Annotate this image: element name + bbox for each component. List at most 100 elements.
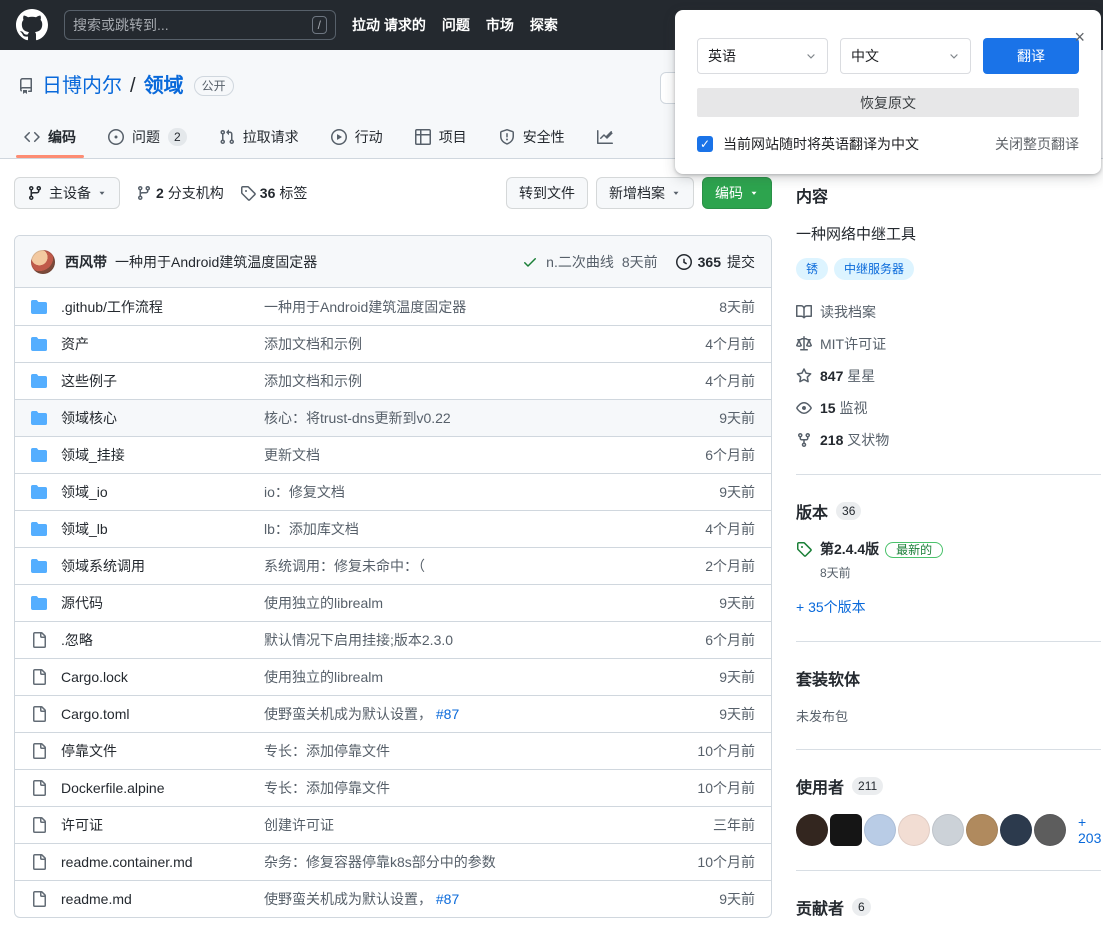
commit-message-link[interactable]: 一种用于Android建筑温度固定器	[115, 252, 317, 272]
avatar[interactable]	[1000, 814, 1032, 846]
translate-button[interactable]: 翻译	[983, 38, 1079, 74]
table-row[interactable]: 停靠文件 专长：添加停靠文件 10个月前	[15, 732, 771, 769]
latest-release[interactable]: 第2.4.4版 最新的	[796, 539, 1101, 560]
header-nav-item[interactable]: 市场	[486, 15, 514, 35]
file-commit-message[interactable]: 一种用于Android建筑温度固定器	[264, 297, 650, 317]
close-icon[interactable]: ×	[1074, 28, 1085, 46]
tags-link[interactable]: 36 标签	[240, 183, 307, 203]
table-row[interactable]: 这些例子 添加文档和示例 4个月前	[15, 362, 771, 399]
more-releases-link[interactable]: + 35个版本	[796, 597, 866, 617]
branches-link[interactable]: 2 分支机构	[136, 183, 224, 203]
file-commit-message[interactable]: 使用独立的librealm	[264, 667, 650, 687]
topic-pill[interactable]: 锈	[796, 258, 829, 280]
table-row[interactable]: Cargo.lock 使用独立的librealm 9天前	[15, 658, 771, 695]
file-commit-message[interactable]: 核心：将trust-dns更新到v0.22	[264, 408, 650, 428]
tab-security[interactable]: 安全性	[483, 118, 581, 158]
file-commit-message[interactable]: 杂务：修复容器停靠k8s部分中的参数	[264, 852, 650, 872]
go-to-file-button[interactable]: 转到文件	[506, 177, 588, 209]
about-meta-item[interactable]: MIT许可证	[796, 334, 1101, 354]
about-meta-item[interactable]: 847 星星	[796, 366, 1101, 386]
file-commit-message[interactable]: 更新文档	[264, 445, 650, 465]
table-row[interactable]: 领域系统调用 系统调用：修复未命中：（ 2个月前	[15, 547, 771, 584]
table-row[interactable]: 领域核心 核心：将trust-dns更新到v0.22 9天前	[15, 399, 771, 436]
avatar[interactable]	[932, 814, 964, 846]
commit-author-link[interactable]: 西风带	[65, 252, 107, 272]
restore-original-button[interactable]: 恢复原文	[697, 88, 1079, 117]
header-nav-item[interactable]: 探索	[530, 15, 558, 35]
tab-issue[interactable]: 问题 2	[92, 118, 203, 158]
file-commit-message[interactable]: 使野蛮关机成为默认设置， #87	[264, 704, 650, 724]
auto-translate-checkbox[interactable]: ✓	[697, 136, 713, 152]
file-commit-message[interactable]: 添加文档和示例	[264, 371, 650, 391]
file-name-link[interactable]: 许可证	[61, 815, 264, 835]
add-file-button[interactable]: 新增档案	[596, 177, 694, 209]
code-button[interactable]: 编码	[702, 177, 772, 209]
file-name-link[interactable]: 领域系统调用	[61, 556, 264, 576]
issue-reference-link[interactable]: #87	[436, 891, 459, 907]
source-language-select[interactable]: 英语	[697, 38, 828, 74]
branch-selector-button[interactable]: 主设备	[14, 177, 120, 209]
commit-author-avatar[interactable]	[31, 249, 55, 274]
file-name-link[interactable]: 领域_挂接	[61, 445, 264, 465]
file-commit-message[interactable]: 专长：添加停靠文件	[264, 778, 650, 798]
header-nav-item[interactable]: 拉动 请求的	[352, 15, 426, 35]
table-row[interactable]: readme.container.md 杂务：修复容器停靠k8s部分中的参数 1…	[15, 843, 771, 880]
file-name-link[interactable]: readme.container.md	[61, 854, 264, 870]
file-name-link[interactable]: 源代码	[61, 593, 264, 613]
table-row[interactable]: 许可证 创建许可证 三年前	[15, 806, 771, 843]
file-name-link[interactable]: 领域核心	[61, 408, 264, 428]
github-logo-icon[interactable]	[16, 9, 48, 41]
avatar[interactable]	[966, 814, 998, 846]
issue-reference-link[interactable]: #87	[436, 706, 459, 722]
table-row[interactable]: 源代码 使用独立的librealm 9天前	[15, 584, 771, 621]
file-name-link[interactable]: 领域_lb	[61, 519, 264, 539]
file-name-link[interactable]: 这些例子	[61, 371, 264, 391]
table-row[interactable]: readme.md 使野蛮关机成为默认设置， #87 9天前	[15, 880, 771, 917]
table-row[interactable]: Cargo.toml 使野蛮关机成为默认设置， #87 9天前	[15, 695, 771, 732]
table-row[interactable]: 领域_lb lb：添加库文档 4个月前	[15, 510, 771, 547]
avatar[interactable]	[830, 814, 862, 846]
file-commit-message[interactable]: lb：添加库文档	[264, 519, 650, 539]
file-name-link[interactable]: 资产	[61, 334, 264, 354]
avatar[interactable]	[898, 814, 930, 846]
table-row[interactable]: 资产 添加文档和示例 4个月前	[15, 325, 771, 362]
table-row[interactable]: .忽略 默认情况下启用挂接;版本2.3.0 6个月前	[15, 621, 771, 658]
file-name-link[interactable]: 领域_io	[61, 482, 264, 502]
file-commit-message[interactable]: io：修复文档	[264, 482, 650, 502]
topic-pill[interactable]: 中继服务器	[834, 258, 915, 280]
tab-pr[interactable]: 拉取请求	[203, 118, 315, 158]
check-icon[interactable]	[522, 254, 538, 270]
tab-projects[interactable]: 项目	[399, 118, 483, 158]
used-by-title[interactable]: 使用者	[796, 774, 844, 798]
header-nav-item[interactable]: 问题	[442, 15, 470, 35]
file-name-link[interactable]: Cargo.toml	[61, 706, 264, 722]
contributors-title[interactable]: 贡献者	[796, 895, 844, 919]
repo-name-link[interactable]: 领域	[144, 72, 184, 100]
commit-history-link[interactable]: 365 提交	[675, 252, 755, 272]
repo-owner-link[interactable]: 日博内尔	[42, 72, 122, 100]
about-meta-item[interactable]: 读我档案	[796, 302, 1101, 322]
file-commit-message[interactable]: 使野蛮关机成为默认设置， #87	[264, 889, 650, 909]
file-commit-message[interactable]: 添加文档和示例	[264, 334, 650, 354]
about-meta-item[interactable]: 15 监视	[796, 398, 1101, 418]
table-row[interactable]: Dockerfile.alpine 专长：添加停靠文件 10个月前	[15, 769, 771, 806]
file-commit-message[interactable]: 默认情况下启用挂接;版本2.3.0	[264, 630, 650, 650]
avatar[interactable]	[1034, 814, 1066, 846]
tab-insights[interactable]	[581, 118, 629, 158]
file-name-link[interactable]: Dockerfile.alpine	[61, 780, 264, 796]
tab-actions[interactable]: 行动	[315, 118, 399, 158]
close-page-translate-link[interactable]: 关闭整页翻译	[995, 134, 1079, 154]
target-language-select[interactable]: 中文	[840, 38, 971, 74]
file-commit-message[interactable]: 系统调用：修复未命中：（	[264, 556, 650, 576]
release-name[interactable]: 第2.4.4版	[820, 541, 879, 557]
file-name-link[interactable]: .github/工作流程	[61, 297, 264, 317]
table-row[interactable]: 领域_挂接 更新文档 6个月前	[15, 436, 771, 473]
commit-ref[interactable]: n.二次曲线	[546, 252, 614, 272]
file-commit-message[interactable]: 使用独立的librealm	[264, 593, 650, 613]
table-row[interactable]: 领域_io io：修复文档 9天前	[15, 473, 771, 510]
avatar[interactable]	[864, 814, 896, 846]
file-commit-message[interactable]: 创建许可证	[264, 815, 650, 835]
file-name-link[interactable]: readme.md	[61, 891, 264, 907]
file-name-link[interactable]: .忽略	[61, 630, 264, 650]
about-meta-item[interactable]: 218 叉状物	[796, 430, 1101, 450]
